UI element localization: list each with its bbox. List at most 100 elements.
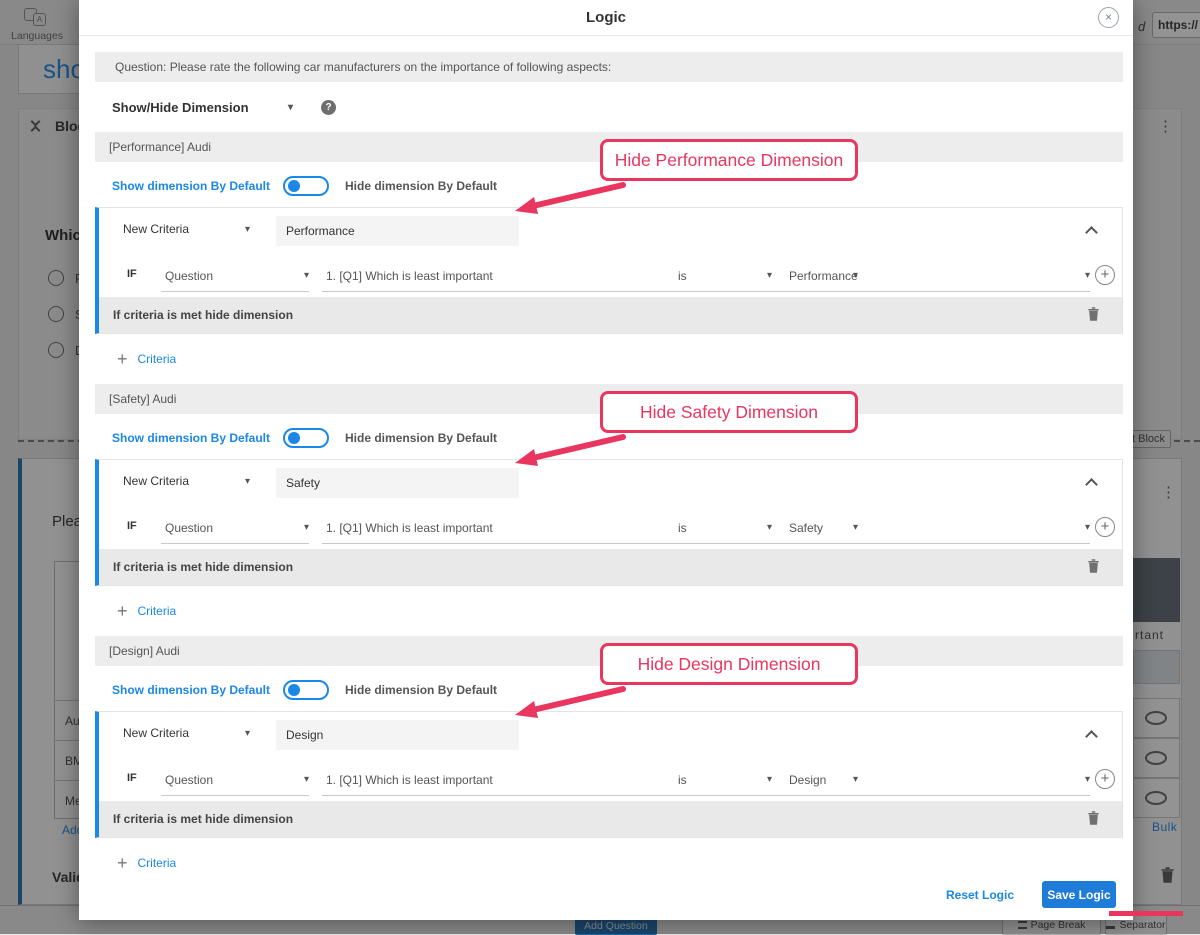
add-criteria-link[interactable]: + Criteria <box>117 851 1123 875</box>
condition-question-select[interactable]: 1. [Q1] Which is least important ▾ <box>322 512 858 544</box>
collapse-criteria-icon[interactable] <box>1085 226 1098 239</box>
toggle-knob-icon <box>288 180 300 192</box>
visibility-toggle[interactable] <box>283 176 329 196</box>
chevron-down-icon: ▾ <box>1085 774 1090 785</box>
toggle-knob-icon <box>288 684 300 696</box>
dimension-logic-section: [Performance] Audi Show dimension By Def… <box>95 132 1123 371</box>
if-label: IF <box>127 268 137 280</box>
criteria-name-input[interactable]: Design <box>276 720 519 750</box>
if-label: IF <box>127 772 137 784</box>
criteria-card: New Criteria ▾ Performance IF Question ▾… <box>95 207 1123 334</box>
criteria-type-value: New Criteria <box>123 726 189 740</box>
action-text: If criteria is met hide dimension <box>113 560 293 574</box>
hide-by-default-label: Hide dimension By Default <box>345 683 497 697</box>
add-criteria-label: Criteria <box>138 604 177 618</box>
dimension-logic-section: [Design] Audi Show dimension By Default … <box>95 636 1123 875</box>
logic-type-row: Show/Hide Dimension ▾ ? <box>112 95 1123 120</box>
condition-question-value: 1. [Q1] Which is least important <box>326 773 493 787</box>
add-condition-icon[interactable]: + <box>1095 265 1115 285</box>
condition-source-value: Question <box>165 521 213 535</box>
operator-select[interactable]: is ▾ <box>672 260 772 292</box>
condition-source-value: Question <box>165 773 213 787</box>
dimension-header-label: [Design] Audi <box>109 644 180 658</box>
chevron-down-icon: ▾ <box>767 774 772 785</box>
help-icon[interactable]: ? <box>321 100 336 115</box>
chevron-down-icon: ▾ <box>245 224 250 235</box>
condition-row: IF Question ▾ 1. [Q1] Which is least imp… <box>99 256 1122 298</box>
operator-select[interactable]: is ▾ <box>672 764 772 796</box>
save-logic-button[interactable]: Save Logic <box>1042 881 1116 908</box>
reset-logic-link[interactable]: Reset Logic <box>946 888 1014 902</box>
annotation-arrow <box>509 686 629 720</box>
chevron-down-icon: ▾ <box>304 522 309 533</box>
criteria-type-select[interactable]: New Criteria ▾ <box>123 474 250 488</box>
annotation-callout: Hide Design Dimension <box>600 643 858 685</box>
delete-criteria-icon[interactable] <box>1087 810 1100 831</box>
criteria-type-select[interactable]: New Criteria ▾ <box>123 726 250 740</box>
delete-criteria-icon[interactable] <box>1087 558 1100 579</box>
hide-by-default-label: Hide dimension By Default <box>345 431 497 445</box>
add-condition-icon[interactable]: + <box>1095 517 1115 537</box>
condition-value: Design <box>789 773 826 787</box>
add-condition-icon[interactable]: + <box>1095 769 1115 789</box>
add-criteria-link[interactable]: + Criteria <box>117 347 1123 371</box>
show-by-default-label: Show dimension By Default <box>112 179 270 193</box>
annotation-text: Hide Performance Dimension <box>615 150 844 171</box>
chevron-down-icon: ▾ <box>245 728 250 739</box>
delete-criteria-icon[interactable] <box>1087 306 1100 327</box>
operator-value: is <box>678 773 687 787</box>
show-by-default-label: Show dimension By Default <box>112 683 270 697</box>
visibility-toggle[interactable] <box>283 428 329 448</box>
operator-value: is <box>678 521 687 535</box>
condition-source-value: Question <box>165 269 213 283</box>
chevron-down-icon: ▾ <box>304 774 309 785</box>
plus-icon: + <box>117 349 128 370</box>
visibility-toggle[interactable] <box>283 680 329 700</box>
condition-source-select[interactable]: Question ▾ <box>161 260 309 292</box>
add-criteria-label: Criteria <box>138 856 177 870</box>
toggle-knob-icon <box>288 432 300 444</box>
criteria-name-input[interactable]: Safety <box>276 468 519 498</box>
chevron-down-icon: ▾ <box>1085 522 1090 533</box>
condition-row: IF Question ▾ 1. [Q1] Which is least imp… <box>99 508 1122 550</box>
criteria-action-bar: If criteria is met hide dimension <box>99 549 1122 585</box>
logic-type-select[interactable]: Show/Hide Dimension ▾ <box>112 100 293 115</box>
hide-by-default-label: Hide dimension By Default <box>345 179 497 193</box>
logic-type-value: Show/Hide Dimension <box>112 100 249 115</box>
annotation-callout: Hide Performance Dimension <box>600 139 858 181</box>
condition-source-select[interactable]: Question ▾ <box>161 512 309 544</box>
dimension-header-label: [Performance] Audi <box>109 140 211 154</box>
collapse-criteria-icon[interactable] <box>1085 478 1098 491</box>
dimension-logic-section: [Safety] Audi Show dimension By Default … <box>95 384 1123 623</box>
condition-question-select[interactable]: 1. [Q1] Which is least important ▾ <box>322 764 858 796</box>
chevron-down-icon: ▾ <box>767 522 772 533</box>
add-criteria-link[interactable]: + Criteria <box>117 599 1123 623</box>
dimension-header-label: [Safety] Audi <box>109 392 176 406</box>
chevron-down-icon: ▾ <box>245 476 250 487</box>
condition-value-select[interactable]: Design ▾ <box>785 764 1090 796</box>
add-criteria-label: Criteria <box>138 352 177 366</box>
condition-value: Performance <box>789 269 858 283</box>
condition-question-value: 1. [Q1] Which is least important <box>326 521 493 535</box>
criteria-name-input[interactable]: Performance <box>276 216 519 246</box>
condition-question-select[interactable]: 1. [Q1] Which is least important ▾ <box>322 260 858 292</box>
annotation-arrow <box>509 434 629 468</box>
action-text: If criteria is met hide dimension <box>113 812 293 826</box>
close-icon[interactable]: × <box>1098 7 1119 28</box>
condition-value: Safety <box>789 521 823 535</box>
chevron-down-icon: ▾ <box>767 270 772 281</box>
annotation-arrow <box>509 182 629 216</box>
condition-value-select[interactable]: Safety ▾ <box>785 512 1090 544</box>
chevron-down-icon: ▾ <box>288 102 293 113</box>
condition-value-select[interactable]: Performance ▾ <box>785 260 1090 292</box>
operator-select[interactable]: is ▾ <box>672 512 772 544</box>
action-text: If criteria is met hide dimension <box>113 308 293 322</box>
annotation-text: Hide Design Dimension <box>638 654 821 675</box>
collapse-criteria-icon[interactable] <box>1085 730 1098 743</box>
criteria-type-select[interactable]: New Criteria ▾ <box>123 222 250 236</box>
condition-source-select[interactable]: Question ▾ <box>161 764 309 796</box>
modal-body: Question: Please rate the following car … <box>79 36 1133 875</box>
operator-value: is <box>678 269 687 283</box>
modal-header: Logic × <box>79 0 1133 36</box>
chevron-down-icon: ▾ <box>304 270 309 281</box>
